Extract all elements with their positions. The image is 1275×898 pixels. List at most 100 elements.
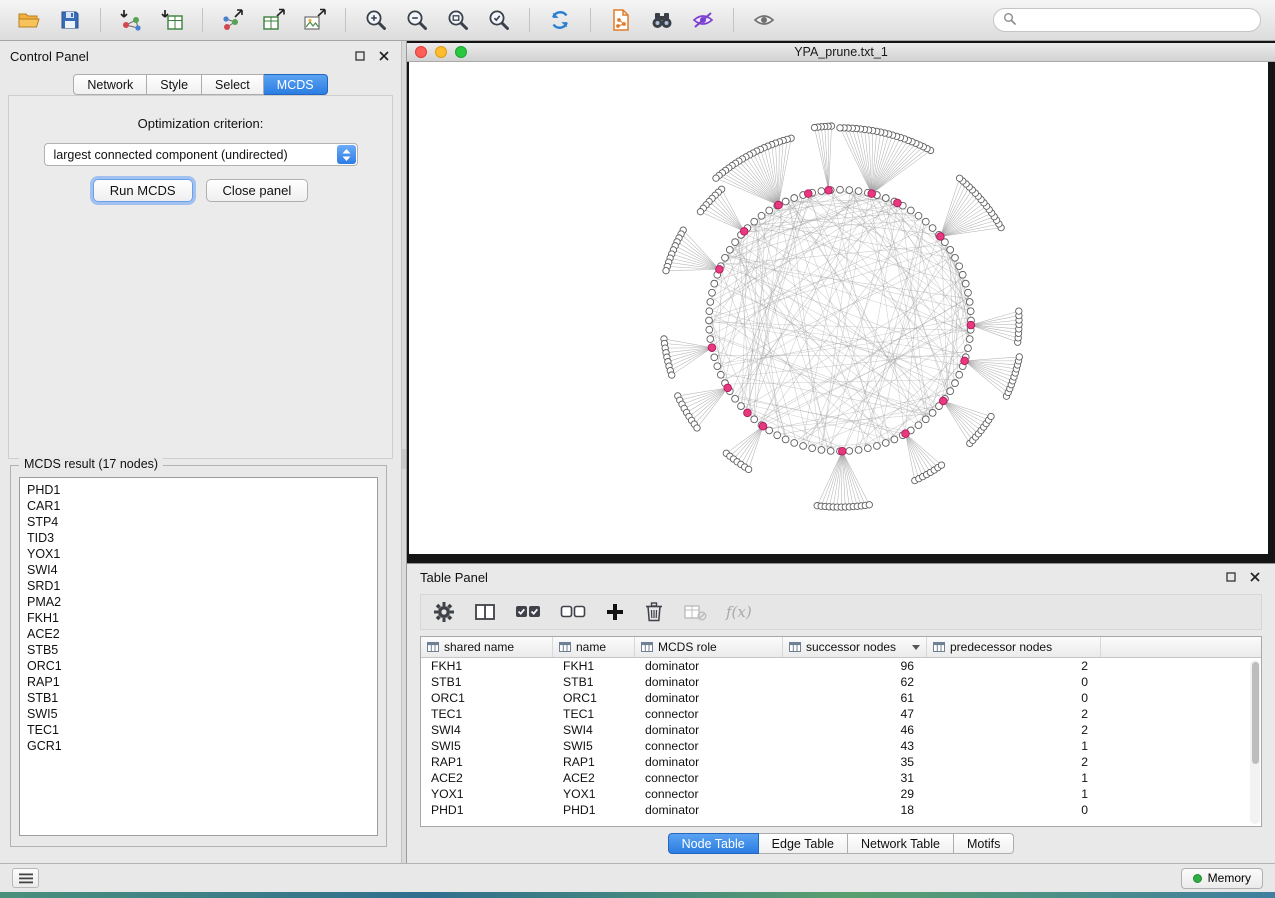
column-header-name[interactable]: name [553,637,635,657]
tab-mcds[interactable]: MCDS [264,74,328,95]
mcds-result-item[interactable]: ORC1 [27,658,370,674]
table-header-row: shared name name MCDS role successor nod… [421,637,1261,658]
mcds-result-item[interactable]: ACE2 [27,626,370,642]
mcds-result-item[interactable]: PMA2 [27,594,370,610]
save-session-icon[interactable] [55,5,85,35]
table-scrollbar-thumb[interactable] [1252,662,1259,764]
zoom-out-icon[interactable] [402,5,432,35]
zoom-in-icon[interactable] [361,5,391,35]
mcds-result-item[interactable]: RAP1 [27,674,370,690]
float-panel-icon[interactable] [353,49,367,63]
mcds-result-item[interactable]: TID3 [27,530,370,546]
mcds-result-item[interactable]: STB5 [27,642,370,658]
mcds-result-item[interactable]: FKH1 [27,610,370,626]
table-row[interactable]: FKH1 FKH1 dominator 96 2 [421,658,1261,674]
mcds-result-item[interactable]: PHD1 [27,482,370,498]
close-mcds-panel-button[interactable]: Close panel [206,179,309,202]
network-window-title: YPA_prune.txt_1 [407,45,1275,59]
delete-column-icon[interactable] [644,599,664,625]
mcds-result-item[interactable]: STB1 [27,690,370,706]
zoom-fit-icon[interactable] [443,5,473,35]
mcds-result-list[interactable]: PHD1CAR1STP4TID3YOX1SWI4SRD1PMA2FKH1ACE2… [19,477,378,836]
table-row[interactable]: PHD1 PHD1 dominator 18 0 [421,802,1261,818]
table-tabbar: Node Table Edge Table Network Table Moti… [407,833,1275,854]
mcds-result-item[interactable]: TEC1 [27,722,370,738]
select-all-icon[interactable] [515,599,541,625]
first-neighbors-icon[interactable] [647,5,677,35]
mcds-result-item[interactable]: SWI4 [27,562,370,578]
mcds-result-item[interactable]: SRD1 [27,578,370,594]
table-row[interactable]: ACE2 ACE2 connector 31 1 [421,770,1261,786]
table-row[interactable]: YOX1 YOX1 connector 29 1 [421,786,1261,802]
column-attribute-icon [641,642,653,652]
search-box[interactable] [993,8,1261,32]
table-settings-gear-icon[interactable] [433,599,455,625]
memory-button[interactable]: Memory [1181,868,1263,889]
tab-edge-table[interactable]: Edge Table [759,833,848,854]
cell-name: SWI5 [553,738,635,754]
zoom-selected-icon[interactable] [484,5,514,35]
table-row[interactable]: SWI5 SWI5 connector 43 1 [421,738,1261,754]
export-table-icon[interactable] [259,5,289,35]
table-scrollbar[interactable] [1250,660,1260,824]
import-network-icon[interactable] [116,5,146,35]
network-window-titlebar[interactable]: YPA_prune.txt_1 [407,43,1275,62]
show-graphics-details-icon[interactable] [749,5,779,35]
network-canvas[interactable] [409,62,1268,554]
hide-graphics-details-icon[interactable] [688,5,718,35]
export-image-icon[interactable] [300,5,330,35]
mcds-result-item[interactable]: SWI5 [27,706,370,722]
run-mcds-button[interactable]: Run MCDS [93,179,193,202]
tab-network[interactable]: Network [73,74,147,95]
table-toolbar: f(x) [420,594,1262,630]
control-panel: Control Panel Network Style Select MCDS … [0,41,401,863]
apply-layout-icon[interactable] [545,5,575,35]
cell-successor-nodes: 43 [783,738,927,754]
mcds-result-title: MCDS result (17 nodes) [19,457,163,471]
clone-network-icon[interactable] [606,5,636,35]
cell-predecessor-nodes: 1 [927,770,1101,786]
column-header-shared-name[interactable]: shared name [421,637,553,657]
show-columns-icon[interactable] [474,599,496,625]
function-builder-icon: f(x) [726,599,752,625]
cell-successor-nodes: 61 [783,690,927,706]
search-input[interactable] [1022,13,1251,27]
mcds-result-item[interactable]: CAR1 [27,498,370,514]
cell-shared-name: TEC1 [421,706,553,722]
tab-style[interactable]: Style [147,74,202,95]
table-row[interactable]: RAP1 RAP1 dominator 35 2 [421,754,1261,770]
add-column-icon[interactable] [605,599,625,625]
mcds-result-item[interactable]: STP4 [27,514,370,530]
close-panel-icon[interactable] [377,49,391,63]
tab-network-table[interactable]: Network Table [848,833,954,854]
sort-descending-icon[interactable] [912,645,920,650]
export-network-icon[interactable] [218,5,248,35]
import-table-icon[interactable] [157,5,187,35]
cell-successor-nodes: 96 [783,658,927,674]
cell-name: YOX1 [553,786,635,802]
splitter-grip[interactable] [402,449,406,469]
column-header-predecessor-nodes[interactable]: predecessor nodes [927,637,1101,657]
column-header-mcds-role[interactable]: MCDS role [635,637,783,657]
cell-predecessor-nodes: 1 [927,738,1101,754]
mcds-result-item[interactable]: GCR1 [27,738,370,754]
cell-successor-nodes: 47 [783,706,927,722]
tab-node-table[interactable]: Node Table [668,833,759,854]
tab-motifs[interactable]: Motifs [954,833,1014,854]
table-row[interactable]: ORC1 ORC1 dominator 61 0 [421,690,1261,706]
optimization-criterion-select[interactable]: largest connected component (undirected) [44,143,358,166]
mcds-result-group: MCDS result (17 nodes) PHD1CAR1STP4TID3Y… [10,465,387,847]
deselect-all-icon[interactable] [560,599,586,625]
float-table-panel-icon[interactable] [1224,570,1238,584]
tab-select[interactable]: Select [202,74,264,95]
table-row[interactable]: TEC1 TEC1 connector 47 2 [421,706,1261,722]
close-table-panel-icon[interactable] [1248,570,1262,584]
panel-menu-icon[interactable] [12,868,39,888]
column-header-successor-nodes[interactable]: successor nodes [783,637,927,657]
cell-shared-name: RAP1 [421,754,553,770]
table-row[interactable]: STB1 STB1 dominator 62 0 [421,674,1261,690]
mcds-result-item[interactable]: YOX1 [27,546,370,562]
open-file-icon[interactable] [14,5,44,35]
cell-predecessor-nodes: 2 [927,722,1101,738]
table-row[interactable]: SWI4 SWI4 dominator 46 2 [421,722,1261,738]
